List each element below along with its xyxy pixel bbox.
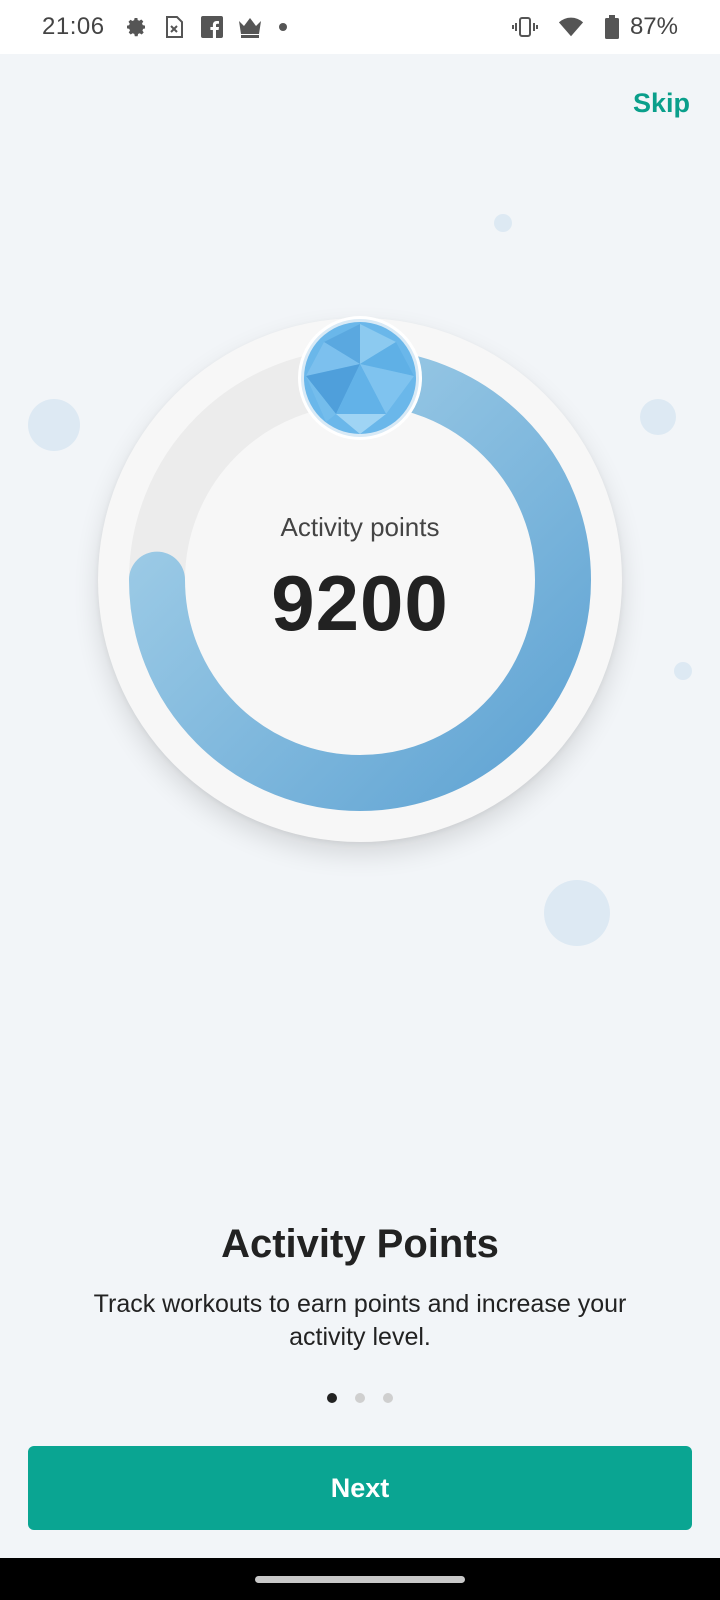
- blue-gem-icon: [296, 314, 424, 442]
- ring-value: 9200: [271, 559, 449, 647]
- page-dot[interactable]: [383, 1393, 393, 1403]
- next-button[interactable]: Next: [28, 1446, 692, 1530]
- facebook-icon: [199, 14, 225, 40]
- decorative-bubble: [640, 399, 676, 435]
- dot-icon: [278, 23, 287, 31]
- page-dot[interactable]: [355, 1393, 365, 1403]
- page-indicator: [0, 1393, 720, 1403]
- battery-percent: 87%: [629, 13, 678, 40]
- decorative-bubble: [544, 880, 610, 946]
- decorative-bubble: [494, 214, 512, 232]
- decorative-bubble: [674, 662, 692, 680]
- skip-button[interactable]: Skip: [633, 88, 690, 119]
- home-handle[interactable]: [255, 1576, 465, 1583]
- onboarding-title: Activity Points: [221, 1222, 499, 1266]
- status-time: 21:06: [42, 13, 105, 40]
- sim-icon: [161, 14, 187, 40]
- status-right: 87%: [511, 13, 678, 41]
- decorative-bubble: [28, 399, 80, 451]
- gear-icon: [123, 14, 149, 40]
- battery-icon: [604, 14, 620, 40]
- ring-label: Activity points: [280, 512, 440, 542]
- wifi-icon: [558, 14, 584, 40]
- onboarding-description: Track workouts to earn points and increa…: [93, 1290, 627, 1351]
- crown-icon: [237, 14, 263, 40]
- vibrate-icon: [511, 14, 538, 40]
- status-bar: 21:06 87%: [0, 0, 720, 54]
- page-dot[interactable]: [327, 1393, 337, 1403]
